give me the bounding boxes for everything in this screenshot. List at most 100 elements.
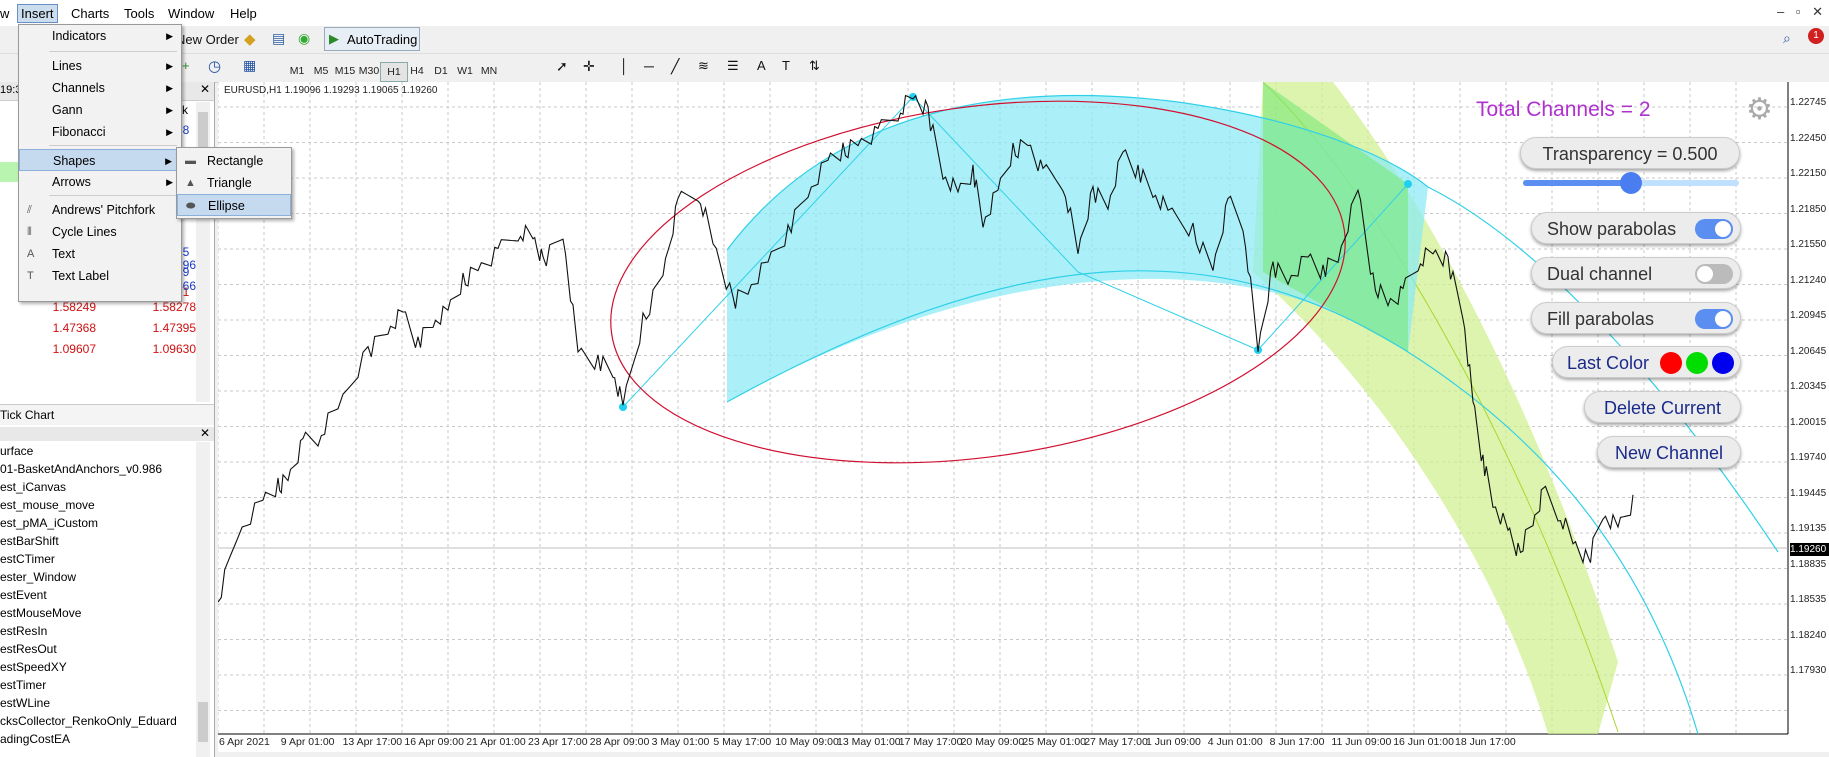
menu-help[interactable]: Help bbox=[230, 6, 257, 21]
color-green-swatch[interactable] bbox=[1686, 352, 1708, 374]
market-watch-tabs: Tick Chart bbox=[0, 404, 214, 425]
navigator-item[interactable]: est_mouse_move bbox=[0, 498, 95, 512]
close-icon[interactable]: ✕ bbox=[1812, 4, 1823, 19]
time-tick-label: 8 Jun 17:00 bbox=[1269, 736, 1325, 748]
dual-channel-toggle[interactable] bbox=[1695, 264, 1733, 284]
timeframe-h4[interactable]: H4 bbox=[404, 62, 430, 80]
menu-item-channels[interactable]: Channels ▶ bbox=[19, 77, 181, 99]
trendline-icon[interactable]: ╱ bbox=[671, 58, 679, 75]
navigator-item[interactable]: estResOut bbox=[0, 642, 57, 656]
time-tick-label: 13 Apr 17:00 bbox=[342, 736, 403, 748]
timeframe-d1[interactable]: D1 bbox=[428, 62, 454, 80]
menu-item-gann[interactable]: Gann ▶ bbox=[19, 99, 181, 121]
time-tick-label: 3 May 01:00 bbox=[651, 736, 710, 748]
timeframe-m15[interactable]: M15 bbox=[332, 62, 358, 80]
quote-row[interactable]: 1.47368 1.47395 bbox=[0, 321, 200, 341]
arrows-tool-icon[interactable]: ⇅ bbox=[809, 58, 820, 74]
horizontal-line-icon[interactable]: ─ bbox=[644, 58, 654, 74]
navigator-item[interactable]: estSpeedXY bbox=[0, 660, 67, 674]
color-blue-swatch[interactable] bbox=[1712, 352, 1734, 374]
menu-item-andrews-pitchfork[interactable]: ⫽ Andrews' Pitchfork bbox=[19, 199, 181, 221]
label-tool-icon[interactable]: T bbox=[782, 58, 790, 73]
menu-item-ellipse[interactable]: ⬬ Ellipse bbox=[177, 194, 291, 216]
navigator-item[interactable]: est_iCanvas bbox=[0, 480, 66, 494]
period-clock-icon[interactable]: ◷ bbox=[208, 57, 221, 75]
timeframe-m1[interactable]: M1 bbox=[284, 62, 310, 80]
minimize-icon[interactable]: ‒ bbox=[1777, 4, 1784, 19]
menu-item-lines[interactable]: Lines ▶ bbox=[19, 55, 181, 77]
menu-item-indicators[interactable]: Indicators ▶ bbox=[19, 25, 181, 47]
navigator-item[interactable]: estTimer bbox=[0, 678, 46, 692]
navigator-item[interactable]: 01-BasketAndAnchors_v0.986 bbox=[0, 462, 162, 476]
menu-window[interactable]: Window bbox=[168, 6, 214, 21]
timeframe-w1[interactable]: W1 bbox=[452, 62, 478, 80]
zoom-icon[interactable]: + bbox=[182, 58, 190, 73]
new-order-button[interactable]: New Order bbox=[176, 32, 239, 47]
menu-separator bbox=[49, 51, 177, 52]
crosshair-icon[interactable]: ✛ bbox=[583, 58, 595, 75]
color-red-swatch[interactable] bbox=[1660, 352, 1682, 374]
menu-item-text-label[interactable]: T Text Label bbox=[19, 265, 181, 287]
navigator-scrollbar[interactable] bbox=[196, 442, 210, 757]
templates-icon[interactable]: ▦ bbox=[243, 57, 256, 74]
navigator-item[interactable]: urface bbox=[0, 444, 33, 458]
new-channel-button[interactable]: New Channel bbox=[1597, 436, 1741, 468]
navigator-item[interactable]: estResIn bbox=[0, 624, 47, 638]
navigator-item[interactable]: estMouseMove bbox=[0, 606, 81, 620]
tab-tick-chart[interactable]: Tick Chart bbox=[0, 408, 54, 422]
price-tick-label: 1.22150 bbox=[1790, 168, 1827, 179]
fill-parabolas-toggle[interactable] bbox=[1695, 309, 1733, 329]
time-tick-label: 11 Jun 09:00 bbox=[1331, 736, 1392, 748]
notification-badge[interactable]: 1 bbox=[1808, 28, 1824, 44]
vertical-line-icon[interactable]: │ bbox=[620, 58, 629, 74]
navigator-item[interactable]: est_pMA_iCustom bbox=[0, 516, 98, 530]
metaeditor-icon[interactable]: ◆ bbox=[244, 30, 256, 48]
menu-item-arrows[interactable]: Arrows ▶ bbox=[19, 171, 181, 193]
delete-current-button[interactable]: Delete Current bbox=[1584, 391, 1741, 423]
navigator-item[interactable]: estCTimer bbox=[0, 552, 55, 566]
transparency-slider[interactable] bbox=[1523, 172, 1739, 194]
timeframe-mn[interactable]: MN bbox=[476, 62, 502, 80]
fill-parabolas-toggle-row[interactable]: Fill parabolas bbox=[1531, 302, 1741, 334]
navigator-item[interactable]: estEvent bbox=[0, 588, 47, 602]
quote-row[interactable]: 1.58249 1.58278 bbox=[0, 300, 200, 320]
navigator-item[interactable]: ester_Window bbox=[0, 570, 76, 584]
scrollbar-thumb[interactable] bbox=[198, 702, 208, 742]
menu-item-rectangle[interactable]: ▬ Rectangle bbox=[177, 150, 291, 172]
quote-row[interactable]: 1.09607 1.09630 bbox=[0, 342, 200, 362]
toggle-knob bbox=[1715, 311, 1731, 327]
text-tool-icon[interactable]: A bbox=[757, 58, 766, 73]
show-parabolas-toggle-row[interactable]: Show parabolas bbox=[1531, 212, 1741, 244]
menu-charts[interactable]: Charts bbox=[71, 6, 109, 21]
show-parabolas-toggle[interactable] bbox=[1695, 219, 1733, 239]
close-icon[interactable]: ✕ bbox=[200, 82, 210, 96]
price-tick-label: 1.21850 bbox=[1790, 203, 1827, 215]
navigator-item[interactable]: estWLine bbox=[0, 696, 50, 710]
navigator-item[interactable]: estBarShift bbox=[0, 534, 59, 548]
menu-item-label: Andrews' Pitchfork bbox=[52, 203, 156, 217]
gear-icon[interactable]: ⚙ bbox=[1746, 92, 1773, 127]
timeframe-m30[interactable]: M30 bbox=[356, 62, 382, 80]
dual-channel-toggle-row[interactable]: Dual channel bbox=[1531, 257, 1741, 289]
channel-icon[interactable]: ≋ bbox=[698, 58, 709, 74]
menu-item-cycle-lines[interactable]: ⦀ Cycle Lines bbox=[19, 221, 181, 243]
menu-view[interactable]: w bbox=[0, 6, 9, 21]
menu-tools[interactable]: Tools bbox=[124, 6, 154, 21]
menu-item-fibonacci[interactable]: Fibonacci ▶ bbox=[19, 121, 181, 143]
menu-item-text[interactable]: A Text bbox=[19, 243, 181, 265]
ask-value: 1.58278 bbox=[152, 300, 196, 314]
fibonacci-icon[interactable]: ☰ bbox=[727, 58, 739, 74]
menu-insert[interactable]: Insert bbox=[17, 4, 58, 23]
menu-item-shapes[interactable]: Shapes ▶ bbox=[19, 149, 181, 171]
navigator-item[interactable]: adingCostEA bbox=[0, 732, 70, 746]
slider-knob[interactable] bbox=[1620, 172, 1642, 194]
close-icon[interactable]: ✕ bbox=[200, 426, 210, 440]
navigator-item[interactable]: cksCollector_RenkoOnly_Eduard bbox=[0, 714, 177, 728]
cursor-icon[interactable]: ➚ bbox=[556, 58, 568, 75]
chevron-right-icon: ▶ bbox=[166, 127, 173, 137]
timeframe-m5[interactable]: M5 bbox=[308, 62, 334, 80]
scrollbar-thumb[interactable] bbox=[198, 112, 208, 152]
menu-item-triangle[interactable]: ▲ Triangle bbox=[177, 172, 291, 194]
restore-icon[interactable]: ▫ bbox=[1796, 4, 1801, 19]
search-icon[interactable]: ⌕ bbox=[1783, 30, 1791, 47]
